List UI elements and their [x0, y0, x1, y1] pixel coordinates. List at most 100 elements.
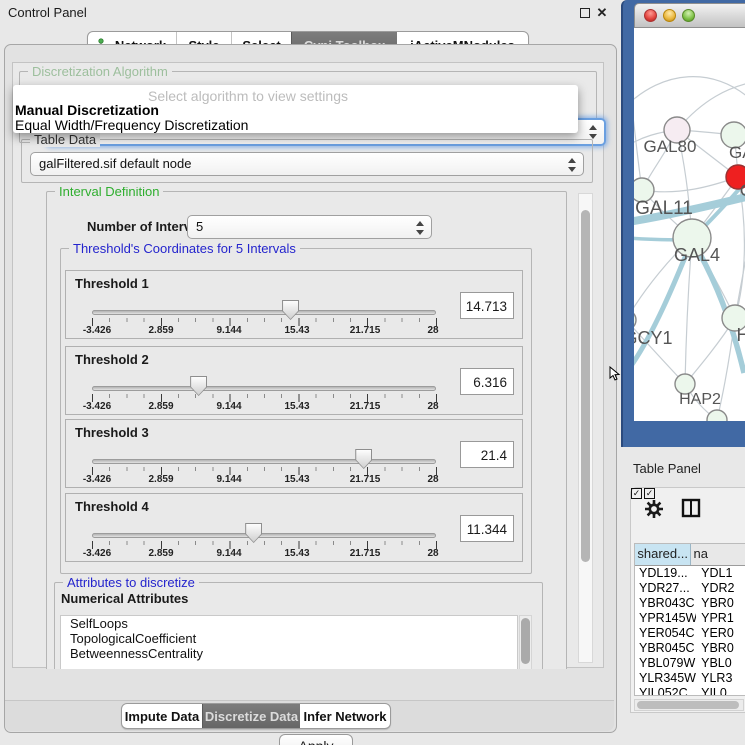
table-cell[interactable]: YPR145W	[635, 611, 696, 626]
numerical-attributes-list[interactable]: SelfLoopsTopologicalCoefficientBetweenne…	[60, 615, 518, 669]
close-icon: ✕	[597, 5, 608, 20]
traffic-light-minimize-icon[interactable]	[663, 9, 676, 22]
tick-label: 21.715	[350, 548, 381, 559]
slider-thumb[interactable]	[190, 376, 207, 396]
tick-label: 9.144	[216, 401, 241, 412]
table-cell[interactable]: YBL079W	[635, 656, 696, 671]
threshold-row: Threshold 2 -3.4262.8599.14415.4321.71528…	[65, 346, 523, 415]
tab-impute-data[interactable]: Impute Data	[122, 704, 202, 728]
table-panel-window: ✓ ✓ shared...na YDL19...YDL1YDR27...YDR2…	[630, 487, 745, 713]
table-row[interactable]: YBR045CYBR0	[635, 641, 745, 656]
scrollbar-thumb[interactable]	[581, 210, 590, 562]
slider-tick-labels: -3.4262.8599.14415.4321.71528	[92, 548, 437, 560]
threshold-row: Threshold 4-3.4262.8599.14415.4321.71528…	[65, 493, 523, 562]
threshold-value-field[interactable]: 14.713	[460, 292, 514, 319]
apply-button[interactable]: Apply	[279, 734, 353, 745]
app-root: Control Panel ✕ NetworkStyleSelectCyni T…	[0, 0, 745, 745]
node-table[interactable]: shared...na YDL19...YDL1YDR27...YDR2YBR0…	[634, 543, 745, 696]
table-row[interactable]: YIL052CYIL0	[635, 686, 745, 696]
network-node-label: HAP2	[679, 391, 721, 408]
tick-label: 2.859	[148, 474, 173, 485]
tick-label: 28	[427, 325, 438, 336]
table-row[interactable]: YLR345WYLR3	[635, 671, 745, 686]
table-row[interactable]: YER054CYER0	[635, 626, 745, 641]
table-cell[interactable]: YBR043C	[635, 596, 696, 611]
network-node[interactable]	[707, 410, 727, 421]
table-cell[interactable]: YLR345W	[635, 671, 696, 686]
table-cell[interactable]: YDL1	[696, 566, 745, 581]
slider-tick-labels: -3.4262.8599.14415.4321.71528	[92, 401, 437, 413]
table-horizontal-scrollbar[interactable]	[634, 699, 744, 711]
table-column-header[interactable]: shared...	[635, 544, 691, 565]
table-cell[interactable]: YBR045C	[635, 641, 696, 656]
threshold-label: Threshold 2	[75, 352, 149, 367]
table-cell[interactable]: YBL0	[696, 656, 745, 671]
network-window-titlebar[interactable]	[634, 3, 745, 28]
float-window-button[interactable]	[578, 6, 592, 20]
attribute-list-item[interactable]: TopologicalCoefficient	[61, 631, 517, 646]
slider-track[interactable]	[92, 386, 436, 391]
traffic-light-close-icon[interactable]	[644, 9, 657, 22]
algorithm-option-equal-width[interactable]: Equal Width/Frequency Discretization	[15, 117, 248, 133]
number-of-intervals-value: 5	[196, 219, 203, 234]
slider-track[interactable]	[92, 310, 436, 315]
table-cell[interactable]: YDL19...	[635, 566, 696, 581]
interval-definition-group: Interval Definition Number of Intervals …	[46, 191, 567, 669]
threshold-value-field[interactable]: 11.344	[460, 515, 514, 542]
tab-discretize-data[interactable]: Discretize Data	[202, 704, 300, 728]
tab-infer-network[interactable]: Infer Network	[300, 704, 390, 728]
table-cell[interactable]: YBR0	[696, 596, 745, 611]
table-row[interactable]: YPR145WYPR1	[635, 611, 745, 626]
settings-scroll-area: Interval Definition Number of Intervals …	[15, 187, 603, 669]
network-view-window: GAL80GALCGAL11GAL4GCY1HHAP2	[621, 0, 745, 447]
slider-track[interactable]	[92, 533, 436, 538]
table-data-selected: galFiltered.sif default node	[39, 156, 191, 171]
attribute-list-item[interactable]: SelfLoops	[61, 616, 517, 631]
tick-label: 9.144	[216, 474, 241, 485]
table-row[interactable]: YBL079WYBL0	[635, 656, 745, 671]
table-cell[interactable]: YDR27...	[635, 581, 696, 596]
tab-label: Impute Data	[125, 709, 199, 724]
tick-label: 9.144	[216, 325, 241, 336]
table-row[interactable]: YBR043CYBR0	[635, 596, 745, 611]
threshold-value-field[interactable]: 21.4	[460, 441, 514, 468]
table-data-combobox[interactable]: galFiltered.sif default node	[30, 152, 584, 176]
columns-icon[interactable]	[681, 498, 701, 518]
scrollbar-thumb[interactable]	[521, 618, 530, 664]
settings-scrollbar[interactable]	[578, 193, 593, 663]
interval-group-legend: Interval Definition	[55, 187, 163, 199]
attributes-list-scrollbar[interactable]	[519, 615, 532, 669]
threshold-value-field[interactable]: 6.316	[460, 368, 514, 395]
table-cell[interactable]: YDR2	[696, 581, 745, 596]
table-cell[interactable]: YIL052C	[635, 686, 696, 696]
tick-label: 9.144	[216, 548, 241, 559]
attribute-list-item[interactable]: BetweennessCentrality	[61, 646, 517, 661]
table-row[interactable]: YDR27...YDR2	[635, 581, 745, 596]
slider-track[interactable]	[92, 459, 436, 464]
threshold-label: Threshold 3	[75, 425, 149, 440]
close-panel-button[interactable]: ✕	[595, 6, 609, 20]
tick-label: 21.715	[350, 474, 381, 485]
slider-thumb[interactable]	[245, 523, 262, 543]
slider-thumb[interactable]	[282, 300, 299, 320]
slider-thumb-face	[356, 450, 371, 468]
table-cell[interactable]: YIL0	[696, 686, 745, 696]
gear-icon[interactable]	[643, 498, 665, 520]
table-cell[interactable]: YLR3	[696, 671, 745, 686]
table-header-row: shared...na	[635, 544, 745, 566]
slider-thumb[interactable]	[355, 449, 372, 469]
algorithm-option-manual[interactable]: Manual Discretization	[15, 102, 159, 118]
network-node[interactable]	[634, 310, 636, 330]
table-cell[interactable]: YPR1	[696, 611, 745, 626]
tick-label: -3.426	[83, 325, 111, 336]
table-row[interactable]: YDL19...YDL1	[635, 566, 745, 581]
table-cell[interactable]: YER0	[696, 626, 745, 641]
scrollbar-thumb[interactable]	[637, 701, 739, 709]
network-canvas[interactable]: GAL80GALCGAL11GAL4GCY1HHAP2	[634, 28, 745, 421]
table-cell[interactable]: YBR0	[696, 641, 745, 656]
traffic-light-zoom-icon[interactable]	[682, 9, 695, 22]
table-cell[interactable]: YER054C	[635, 626, 696, 641]
table-column-header[interactable]: na	[691, 544, 745, 565]
number-of-intervals-combobox[interactable]: 5	[187, 215, 432, 239]
tick-label: 28	[427, 474, 438, 485]
